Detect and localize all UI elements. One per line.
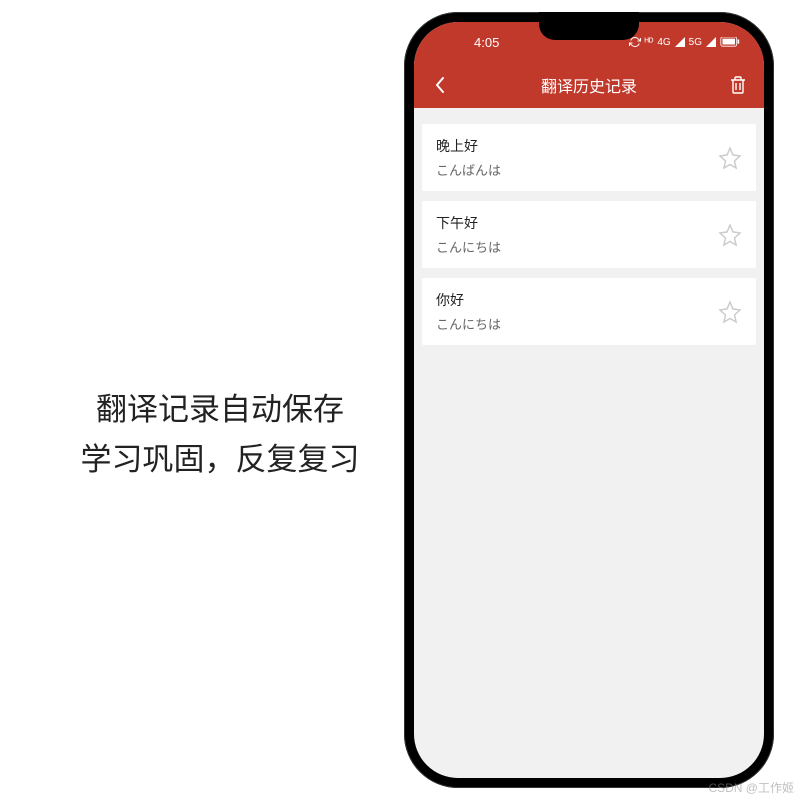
list-item[interactable]: 下午好 こんにちは xyxy=(422,201,756,268)
app-bar: 翻译历史记录 xyxy=(414,62,764,108)
back-button[interactable] xyxy=(428,73,452,97)
list-item[interactable]: 你好 こんにちは xyxy=(422,278,756,345)
caption-line-2: 学习巩固，反复复习 xyxy=(60,435,380,485)
favorite-button[interactable] xyxy=(716,298,744,326)
translation-text: こんにちは xyxy=(436,314,716,333)
page-title: 翻译历史记录 xyxy=(541,73,637,97)
status-time: 4:05 xyxy=(474,35,499,50)
source-text: 你好 xyxy=(436,290,716,310)
star-icon xyxy=(718,223,742,247)
status-indicators: ᴴᴰ 4G 5G xyxy=(629,36,740,48)
battery-icon xyxy=(720,37,740,47)
phone-frame: 4:05 ᴴᴰ 4G 5G 翻译历史记录 晚上好 xyxy=(404,12,774,788)
marketing-caption: 翻译记录自动保存 学习巩固，反复复习 xyxy=(60,385,380,484)
star-icon xyxy=(718,146,742,170)
chevron-left-icon xyxy=(435,77,445,93)
signal-icon xyxy=(706,37,716,47)
phone-notch xyxy=(539,12,639,40)
list-item-text: 下午好 こんにちは xyxy=(436,213,716,256)
signal-icon xyxy=(675,37,685,47)
favorite-button[interactable] xyxy=(716,144,744,172)
star-icon xyxy=(718,300,742,324)
list-item-text: 你好 こんにちは xyxy=(436,290,716,333)
favorite-button[interactable] xyxy=(716,221,744,249)
translation-text: こんばんは xyxy=(436,160,716,179)
source-text: 晚上好 xyxy=(436,136,716,156)
caption-line-1: 翻译记录自动保存 xyxy=(60,385,380,435)
source-text: 下午好 xyxy=(436,213,716,233)
trash-icon xyxy=(730,76,746,94)
list-item-text: 晚上好 こんばんは xyxy=(436,136,716,179)
phone-screen: 4:05 ᴴᴰ 4G 5G 翻译历史记录 晚上好 xyxy=(414,22,764,778)
translation-text: こんにちは xyxy=(436,237,716,256)
watermark: CSDN @工作姬 xyxy=(708,779,794,796)
delete-all-button[interactable] xyxy=(726,73,750,97)
history-list[interactable]: 晚上好 こんばんは 下午好 こんにちは 你好 こんに xyxy=(414,108,764,345)
list-item[interactable]: 晚上好 こんばんは xyxy=(422,124,756,191)
